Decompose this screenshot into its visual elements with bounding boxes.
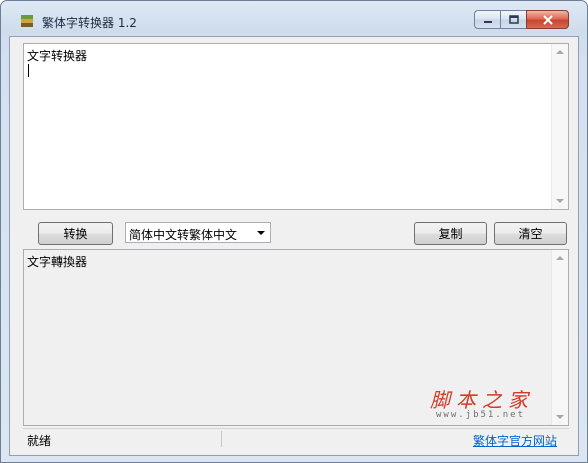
window-title: 繁体字转换器 1.2	[42, 16, 137, 30]
input-text: 文字转换器	[27, 49, 88, 63]
watermark: 脚本之家 www.jb51.net	[430, 384, 565, 424]
minimize-icon	[483, 20, 492, 23]
close-button[interactable]	[526, 10, 569, 29]
conversion-mode-select[interactable]: 简体中文转繁体中文	[125, 222, 271, 243]
minimize-button[interactable]	[474, 10, 500, 29]
input-scrollbar[interactable]	[551, 44, 568, 209]
close-icon	[542, 14, 553, 25]
watermark-url: www.jb51.net	[436, 410, 526, 420]
watermark-text: 脚本之家	[430, 388, 534, 412]
input-textarea[interactable]: 文字转换器	[23, 43, 569, 210]
maximize-button[interactable]	[500, 10, 526, 29]
official-site-link[interactable]: 繁体字官方网站	[473, 432, 557, 449]
output-text: 文字轉換器	[27, 255, 88, 269]
scroll-down-icon[interactable]	[556, 199, 564, 203]
clear-button[interactable]: 清空	[494, 222, 567, 245]
status-text: 就绪	[27, 434, 52, 448]
caption-buttons	[474, 10, 569, 30]
dropdown-arrow-icon[interactable]	[257, 231, 265, 235]
client-area: 文字转换器 转换 简体中文转繁体中文 复制 清空 文字轉換器 脚本之家 www.…	[9, 36, 579, 456]
maximize-icon	[508, 14, 519, 24]
conversion-mode-value: 简体中文转繁体中文	[129, 228, 238, 242]
status-bar: 就绪 繁体字官方网站	[23, 428, 569, 448]
copy-button[interactable]: 复制	[414, 222, 487, 245]
scroll-up-icon[interactable]	[556, 50, 564, 54]
titlebar[interactable]: 繁体字转换器 1.2	[1, 1, 587, 37]
app-icon	[21, 15, 33, 27]
convert-button[interactable]: 转换	[38, 222, 113, 245]
app-window: 繁体字转换器 1.2 文字转换器 转换 简体中文转繁体中文 复制 清空 文字轉換…	[0, 0, 588, 463]
scroll-up-icon[interactable]	[556, 256, 564, 260]
status-divider	[221, 431, 222, 447]
text-caret	[28, 64, 29, 77]
